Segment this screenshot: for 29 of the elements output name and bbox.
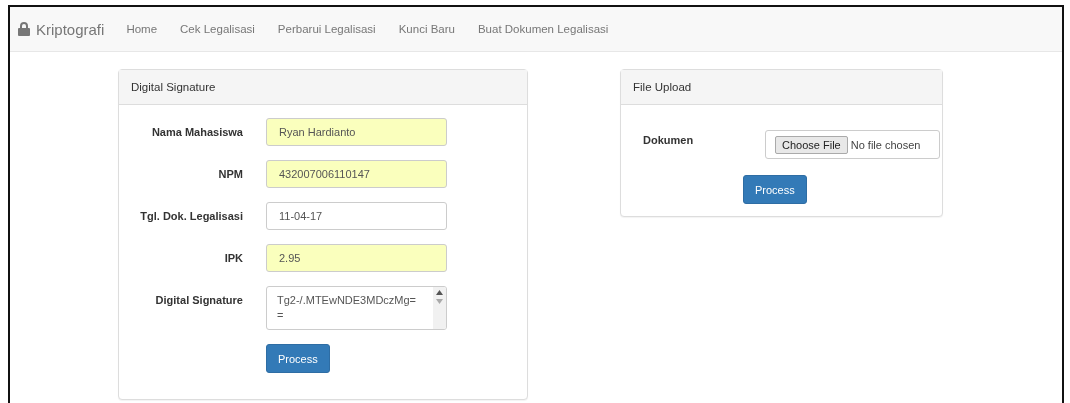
field-label: Dokumen — [642, 133, 695, 146]
file-input[interactable]: Choose File No file chosen — [765, 130, 940, 159]
signature-textarea[interactable]: Tg2-/.MTEwNDE3MDczMg= = — [266, 286, 447, 330]
field-label: NPM — [217, 167, 243, 180]
nav-link[interactable]: Buat Dokumen Legalisasi — [477, 23, 609, 35]
input-field[interactable]: Ryan Hardianto — [266, 118, 447, 146]
textarea-line: Tg2-/.MTEwNDE3MDczMg= — [277, 293, 418, 308]
nav-link[interactable]: Kunci Baru — [398, 23, 455, 35]
input-field[interactable]: 11-04-17 — [266, 202, 447, 230]
brand-name[interactable]: Kriptografi — [36, 20, 105, 38]
field-label: Tgl. Dok. Legalisasi — [139, 209, 243, 222]
nav-link[interactable]: Perbarui Legalisasi — [277, 23, 376, 35]
panel-title: File Upload — [621, 70, 942, 105]
nav-link[interactable]: Cek Legalisasi — [180, 23, 255, 35]
input-field[interactable]: 432007006110147 — [266, 160, 447, 188]
scroll-up-icon[interactable] — [436, 290, 443, 295]
process-button[interactable]: Process — [266, 344, 330, 373]
scrollbar[interactable] — [433, 287, 446, 329]
field-label: Digital Signature — [154, 293, 243, 306]
file-status: No file chosen — [850, 138, 921, 151]
field-label: Nama Mahasiswa — [150, 125, 243, 138]
nav-link[interactable]: Home — [126, 23, 158, 35]
lock-icon — [18, 22, 30, 36]
panel-title: Digital Signature — [119, 70, 527, 105]
input-field[interactable]: 2.95 — [266, 244, 447, 272]
process-button[interactable]: Process — [743, 175, 807, 204]
textarea-line: = — [277, 308, 285, 323]
field-label: IPK — [223, 251, 243, 264]
choose-file-button[interactable]: Choose File — [775, 135, 848, 154]
